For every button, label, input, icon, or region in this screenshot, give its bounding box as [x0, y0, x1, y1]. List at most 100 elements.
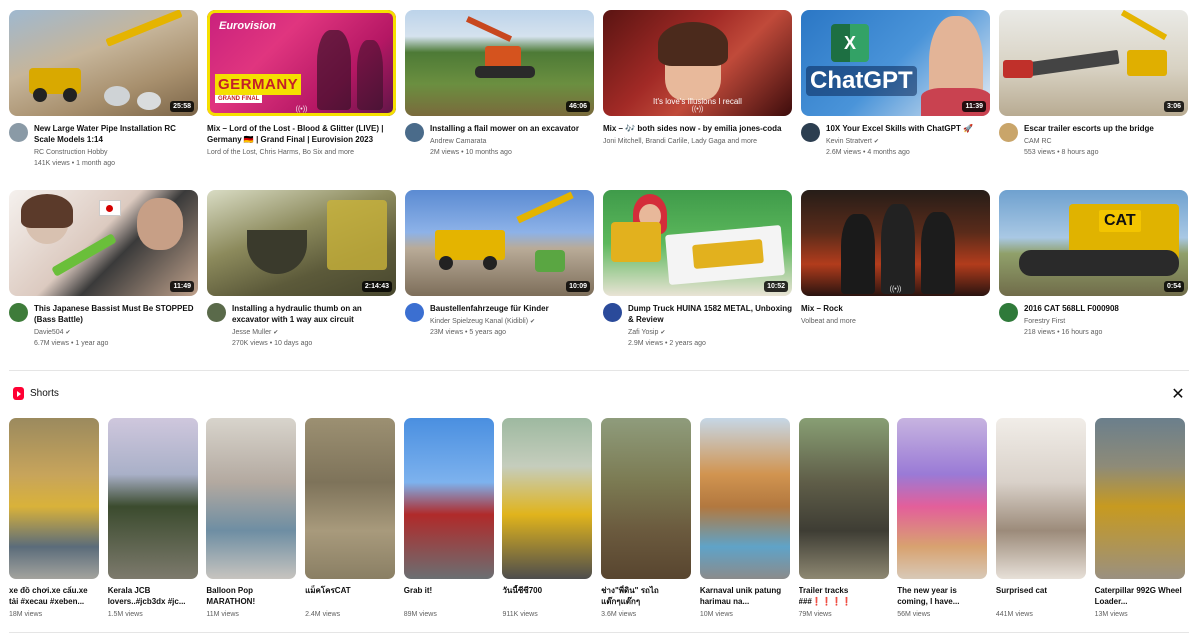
short-title[interactable]: Karnaval unik patung harimau na... — [700, 585, 790, 607]
channel-name[interactable]: Zafi Yosip ✔ — [628, 328, 792, 338]
channel-name[interactable]: Davie504 ✔ — [34, 328, 198, 338]
video-thumbnail[interactable]: 2:14:43 — [207, 190, 396, 296]
short-views: 18M views — [9, 611, 43, 618]
channel-avatar[interactable] — [9, 123, 28, 142]
short-title[interactable]: วันนี้ซีซี700 — [502, 585, 592, 607]
channel-avatar[interactable] — [999, 123, 1018, 142]
channel-avatar[interactable] — [9, 303, 28, 322]
short-card[interactable]: Surprised cat 441M views — [995, 418, 1086, 620]
short-thumbnail[interactable] — [897, 418, 988, 579]
short-title[interactable]: The new year is coming, I have... — [897, 585, 987, 607]
short-card[interactable]: Caterpillar 992G Wheel Loader... 13M vie… — [1094, 418, 1185, 620]
channel-name[interactable]: RC Construction Hobby — [34, 148, 198, 158]
channel-avatar[interactable] — [801, 123, 820, 142]
channel-avatar[interactable] — [999, 303, 1018, 322]
short-title[interactable]: Trailer tracks ###❗❗❗❗ — [799, 585, 889, 607]
channel-avatar[interactable] — [207, 303, 226, 322]
video-card[interactable]: 3:06 Escar trailer escorts up the bridge… — [999, 10, 1188, 178]
channel-name[interactable]: CAM RC — [1024, 137, 1188, 147]
video-title[interactable]: Baustellenfahrzeuge für Kinder — [430, 303, 594, 314]
video-card[interactable]: 25:58 New Large Water Pipe Installation … — [9, 10, 198, 178]
short-card[interactable]: xe đồ chơi.xe cẩu.xe tải #xecau #xeben..… — [9, 418, 99, 620]
video-card[interactable]: 10:52 Dump Truck HUINA 1582 METAL, Unbox… — [603, 190, 792, 358]
channel-name[interactable]: Kinder Spielzeug Kanal (Kidibli) ✔ — [430, 317, 594, 327]
video-title[interactable]: Mix – Rock — [801, 303, 985, 314]
short-card[interactable]: Trailer tracks ###❗❗❗❗ 79M views — [798, 418, 889, 620]
video-card[interactable]: 46:06 Installing a flail mower on an exc… — [405, 10, 594, 178]
video-thumbnail[interactable]: 25:58 — [9, 10, 198, 116]
video-thumbnail[interactable]: Eurovision GERMANY GRAND FINAL ((•)) — [207, 10, 396, 116]
short-card[interactable]: วันนี้ซีซี700 911K views — [502, 418, 593, 620]
short-thumbnail[interactable] — [107, 418, 198, 579]
short-title[interactable]: Kerala JCB lovers..#jcb3dx #jc... — [108, 585, 198, 607]
short-card[interactable]: Karnaval unik patung harimau na... 10M v… — [699, 418, 790, 620]
short-card[interactable]: Grab it! 89M views — [403, 418, 494, 620]
video-thumbnail[interactable]: ((•)) — [801, 190, 990, 296]
short-card[interactable]: The new year is coming, I have... 56M vi… — [897, 418, 988, 620]
channel-name[interactable]: Joni Mitchell, Brandi Carlile, Lady Gaga… — [603, 137, 787, 147]
short-thumbnail[interactable] — [798, 418, 889, 579]
video-title[interactable]: Installing a hydraulic thumb on an excav… — [232, 303, 396, 325]
short-thumbnail[interactable] — [206, 418, 297, 579]
channel-name[interactable]: Lord of the Lost, Chris Harms, Bo Six an… — [207, 148, 391, 158]
video-thumbnail[interactable]: CAT 0:54 — [999, 190, 1188, 296]
video-thumbnail[interactable]: 3:06 — [999, 10, 1188, 116]
short-thumbnail[interactable] — [1094, 418, 1185, 579]
video-title[interactable]: Mix – 🎶 both sides now - by emilia jones… — [603, 123, 787, 134]
video-card[interactable]: 11:49 This Japanese Bassist Must Be STOP… — [9, 190, 198, 358]
short-title[interactable]: Grab it! — [404, 585, 494, 607]
video-card[interactable]: CAT 0:54 2016 CAT 568LL F000908 Forestry… — [999, 190, 1188, 358]
channel-name[interactable]: Jesse Muller ✔ — [232, 328, 396, 338]
video-title[interactable]: New Large Water Pipe Installation RC Sca… — [34, 123, 198, 145]
video-title[interactable]: Escar trailer escorts up the bridge — [1024, 123, 1188, 134]
short-thumbnail[interactable] — [9, 418, 99, 579]
short-title[interactable]: xe đồ chơi.xe cẩu.xe tải #xecau #xeben..… — [9, 585, 99, 607]
video-title[interactable]: 2016 CAT 568LL F000908 — [1024, 303, 1188, 314]
video-title[interactable]: This Japanese Bassist Must Be STOPPED (B… — [34, 303, 198, 325]
channel-avatar[interactable] — [405, 123, 424, 142]
channel-name[interactable]: Volbeat and more — [801, 317, 985, 327]
short-thumbnail[interactable] — [699, 418, 790, 579]
short-card[interactable]: Kerala JCB lovers..#jcb3dx #jc... 1.5M v… — [107, 418, 198, 620]
video-title[interactable]: Installing a flail mower on an excavator — [430, 123, 594, 134]
video-card[interactable]: It's love's illusions I recall ((•)) Mix… — [603, 10, 792, 178]
video-thumbnail[interactable]: 46:06 — [405, 10, 594, 116]
channel-name[interactable]: Andrew Camarata — [430, 137, 594, 147]
video-thumbnail[interactable]: It's love's illusions I recall ((•)) — [603, 10, 792, 116]
short-card[interactable]: แม็คโครCAT 2.4M views — [305, 418, 396, 620]
short-title[interactable]: Balloon Pop MARATHON! — [206, 585, 296, 607]
video-thumbnail[interactable]: 11:49 — [9, 190, 198, 296]
short-thumbnail[interactable] — [305, 418, 396, 579]
short-views: 11M views — [206, 611, 239, 618]
short-thumbnail[interactable] — [995, 418, 1086, 579]
channel-name[interactable]: Forestry First — [1024, 317, 1188, 327]
short-card[interactable]: ช่าง"พี่ดิน" รถไถ แต๊กๆแต๊กๆ 3.6M views — [601, 418, 692, 620]
video-title[interactable]: 10X Your Excel Skills with ChatGPT 🚀 — [826, 123, 990, 134]
short-title[interactable]: Caterpillar 992G Wheel Loader... — [1095, 585, 1185, 607]
short-thumbnail[interactable] — [601, 418, 692, 579]
short-title[interactable]: Surprised cat — [996, 585, 1086, 607]
shorts-logo-icon — [13, 387, 24, 400]
video-card[interactable]: 2:14:43 Installing a hydraulic thumb on … — [207, 190, 396, 358]
video-title[interactable]: Mix – Lord of the Lost - Blood & Glitter… — [207, 123, 391, 145]
video-thumbnail[interactable]: 10:52 — [603, 190, 792, 296]
short-title[interactable]: แม็คโครCAT — [305, 585, 395, 607]
video-thumbnail[interactable]: 10:09 — [405, 190, 594, 296]
short-card[interactable]: Balloon Pop MARATHON! 11M views — [206, 418, 297, 620]
video-card[interactable]: 10:09 Baustellenfahrzeuge für Kinder Kin… — [405, 190, 594, 358]
shorts-row: xe đồ chơi.xe cẩu.xe tải #xecau #xeben..… — [9, 418, 1185, 620]
video-card[interactable]: X ChatGPT 11:39 10X Your Excel Skills wi… — [801, 10, 990, 178]
video-card[interactable]: Eurovision GERMANY GRAND FINAL ((•)) Mix… — [207, 10, 396, 178]
verified-badge-icon: ✔ — [873, 139, 879, 145]
short-title[interactable]: ช่าง"พี่ดิน" รถไถ แต๊กๆแต๊กๆ — [601, 585, 691, 607]
close-icon[interactable]: ✕ — [1170, 387, 1186, 403]
channel-name[interactable]: Kevin Stratvert ✔ — [826, 137, 990, 147]
video-thumbnail[interactable]: X ChatGPT 11:39 — [801, 10, 990, 116]
video-card[interactable]: ((•)) Mix – Rock Volbeat and more — [801, 190, 990, 358]
channel-avatar[interactable] — [405, 303, 424, 322]
channel-avatar[interactable] — [603, 303, 622, 322]
short-thumbnail[interactable] — [403, 418, 494, 579]
video-stats: 6.7M views • 1 year ago — [34, 340, 109, 347]
video-title[interactable]: Dump Truck HUINA 1582 METAL, Unboxing & … — [628, 303, 792, 325]
short-thumbnail[interactable] — [502, 418, 593, 579]
